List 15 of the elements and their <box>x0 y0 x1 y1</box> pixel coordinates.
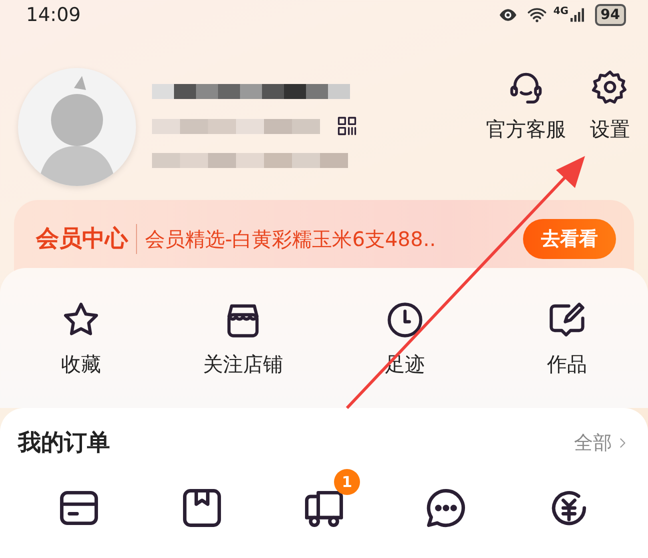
settings-button[interactable]: 设置 <box>590 68 630 200</box>
shortcut-item[interactable]: 作品 <box>486 298 648 408</box>
shortcut-item[interactable]: 关注店铺 <box>162 298 324 408</box>
battery-indicator: 94 <box>594 4 626 26</box>
section-title: 我的订单 <box>18 429 110 458</box>
qr-code-icon <box>336 115 358 137</box>
view-all-link[interactable]: 全部 <box>574 429 630 458</box>
network-type: 4G <box>553 5 569 19</box>
member-center-title: 会员中心 <box>36 224 128 254</box>
customer-service-button[interactable]: 官方客服 <box>486 68 566 200</box>
settings-icon <box>591 68 629 106</box>
count-badge: 1 <box>334 468 360 494</box>
status-time: 14:09 <box>26 2 81 28</box>
promo-text: 会员精选-白黄彩糯玉米6支488.. <box>136 224 515 254</box>
shortcut-item[interactable]: 收藏 <box>0 298 162 408</box>
